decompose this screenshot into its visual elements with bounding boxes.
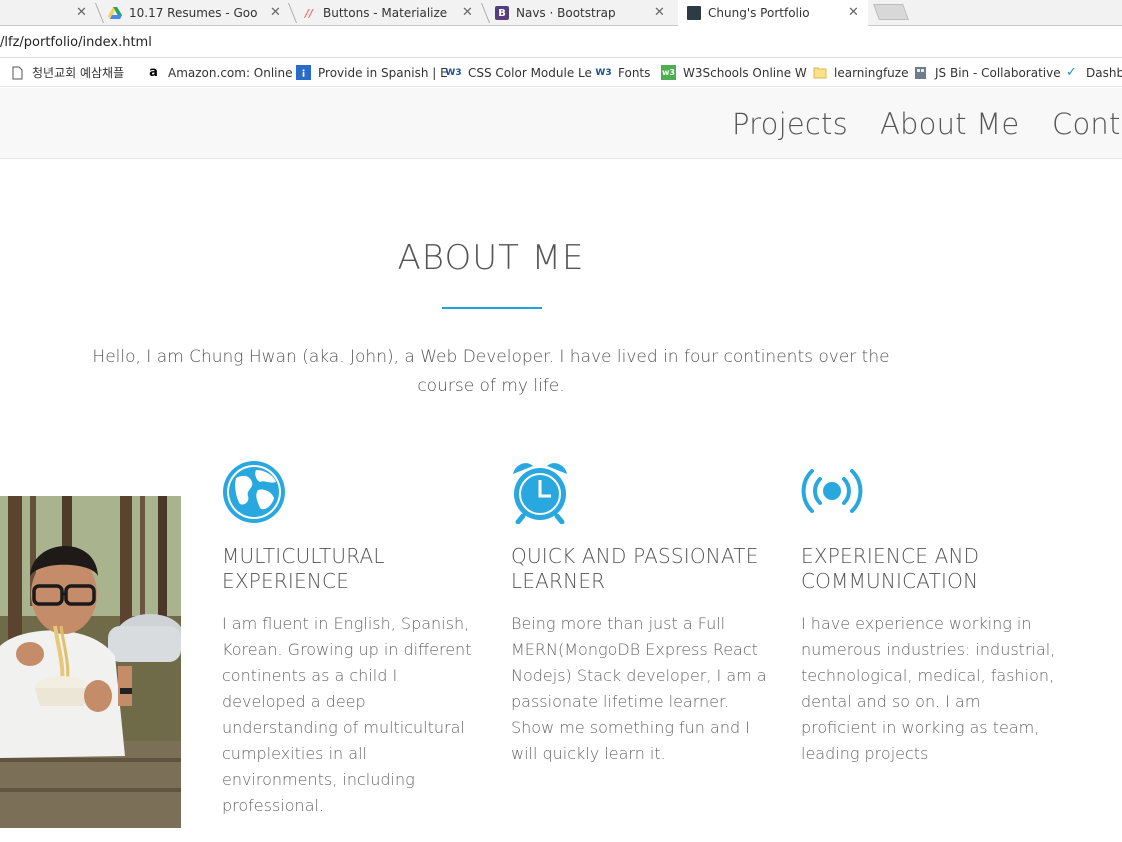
close-icon[interactable]: ✕	[462, 5, 473, 21]
bookmark-item[interactable]: W3 CSS Color Module Le	[445, 58, 592, 87]
tab-label: Buttons - Materialize	[323, 6, 448, 20]
materialize-icon: //	[304, 6, 314, 20]
feature-text: I am fluent in English, Spanish, Korean.…	[222, 614, 472, 815]
tab-google-drive[interactable]: 10.17 Resumes - Google ✕	[108, 0, 288, 26]
bookmark-item[interactable]: ¡ Provide in Spanish | E	[296, 58, 448, 87]
tab-divider	[94, 3, 105, 23]
profile-photo	[0, 496, 181, 828]
close-icon[interactable]: ✕	[848, 5, 859, 21]
new-tab-button[interactable]	[873, 4, 909, 20]
feature-text: I have experience working in numerous in…	[801, 614, 1056, 763]
broadcast-icon	[801, 460, 865, 524]
tab-materialize[interactable]: // Buttons - Materialize ✕	[302, 0, 482, 26]
jsbin-icon	[913, 65, 928, 80]
nav-link-contact[interactable]: Conta	[1052, 107, 1122, 141]
portfolio-favicon	[687, 6, 701, 20]
bookmark-label: CSS Color Module Le	[468, 65, 592, 80]
alarm-clock-icon	[511, 460, 575, 525]
feature-title: EXPERIENCE AND COMMUNICATION	[801, 544, 980, 593]
bookmark-item[interactable]: JS Bin - Collaborative	[913, 58, 1061, 87]
bookmark-item[interactable]: w3 W3Schools Online W	[661, 58, 807, 87]
bookmark-item[interactable]: a Amazon.com: Online	[146, 58, 293, 87]
bookmark-label: W3Schools Online W	[683, 65, 807, 80]
globe-icon	[222, 460, 286, 524]
feature-communication: EXPERIENCE AND COMMUNICATION I have expe…	[801, 460, 1061, 767]
bootstrap-icon: B	[495, 6, 509, 20]
bookmark-label: JS Bin - Collaborative	[935, 65, 1061, 80]
tab-divider	[480, 3, 491, 23]
tab-partial[interactable]: ✕	[0, 0, 96, 26]
close-icon[interactable]: ✕	[76, 5, 87, 21]
about-title: ABOUT ME	[397, 238, 585, 278]
bookmark-label: Dashbo	[1086, 65, 1122, 80]
bookmark-item[interactable]: learningfuze	[812, 58, 908, 87]
tab-label: Chung's Portfolio	[708, 6, 810, 20]
nav-link-about-me[interactable]: About Me	[880, 107, 1019, 141]
tab-divider	[287, 3, 298, 23]
tab-bootstrap[interactable]: B Navs · Bootstrap ✕	[495, 0, 675, 26]
site-navbar: Projects About Me Conta	[0, 88, 1122, 159]
title-divider	[442, 307, 542, 309]
tab-strip: ✕ 10.17 Resumes - Google ✕ // Buttons - …	[0, 0, 1122, 26]
bookmark-label: Amazon.com: Online	[168, 65, 293, 80]
close-icon[interactable]: ✕	[270, 5, 281, 21]
feature-title: MULTICULTURAL EXPERIENCE	[222, 544, 385, 593]
bookmark-item[interactable]: ✓ Dashbo	[1064, 58, 1122, 87]
feature-learner: QUICK AND PASSIONATE LEARNER Being more …	[511, 460, 771, 767]
google-drive-icon	[108, 6, 122, 20]
bookmark-label: Fonts	[618, 65, 651, 80]
feature-title: QUICK AND PASSIONATE LEARNER	[511, 544, 759, 593]
feature-text: Being more than just a Full MERN(MongoDB…	[511, 614, 767, 763]
bookmarks-bar: 청년교회 예삼채플 a Amazon.com: Online ¡ Provide…	[0, 58, 1122, 87]
check-icon: ✓	[1066, 65, 1077, 80]
about-intro: Hello, I am Chung Hwan (aka. John), a We…	[92, 347, 890, 396]
amazon-icon: a	[149, 65, 158, 80]
url-text[interactable]: /lfz/portfolio/index.html	[0, 35, 152, 50]
w3-icon: W3	[595, 67, 612, 78]
page-icon	[10, 65, 25, 80]
tab-label: Navs · Bootstrap	[516, 6, 616, 20]
address-bar[interactable]: /lfz/portfolio/index.html	[0, 26, 1122, 58]
bookmark-label: learningfuze	[834, 65, 909, 80]
nav-link-projects[interactable]: Projects	[732, 107, 848, 141]
feature-multicultural: MULTICULTURAL EXPERIENCE I am fluent in …	[222, 460, 482, 819]
bookmark-label: 청년교회 예삼채플	[32, 66, 125, 80]
bookmark-item[interactable]: 청년교회 예삼채플	[10, 58, 124, 87]
folder-icon	[812, 65, 827, 80]
bookmark-item[interactable]: W3 Fonts	[595, 58, 651, 87]
w3-icon: W3	[445, 67, 462, 78]
close-icon[interactable]: ✕	[654, 5, 665, 21]
bookmark-label: Provide in Spanish | E	[318, 65, 448, 80]
tab-portfolio-active[interactable]: Chung's Portfolio ✕	[678, 0, 868, 26]
tab-label: 10.17 Resumes - Google	[129, 6, 257, 20]
spanishdict-icon: ¡	[296, 65, 311, 80]
w3schools-icon: w3	[661, 65, 676, 80]
